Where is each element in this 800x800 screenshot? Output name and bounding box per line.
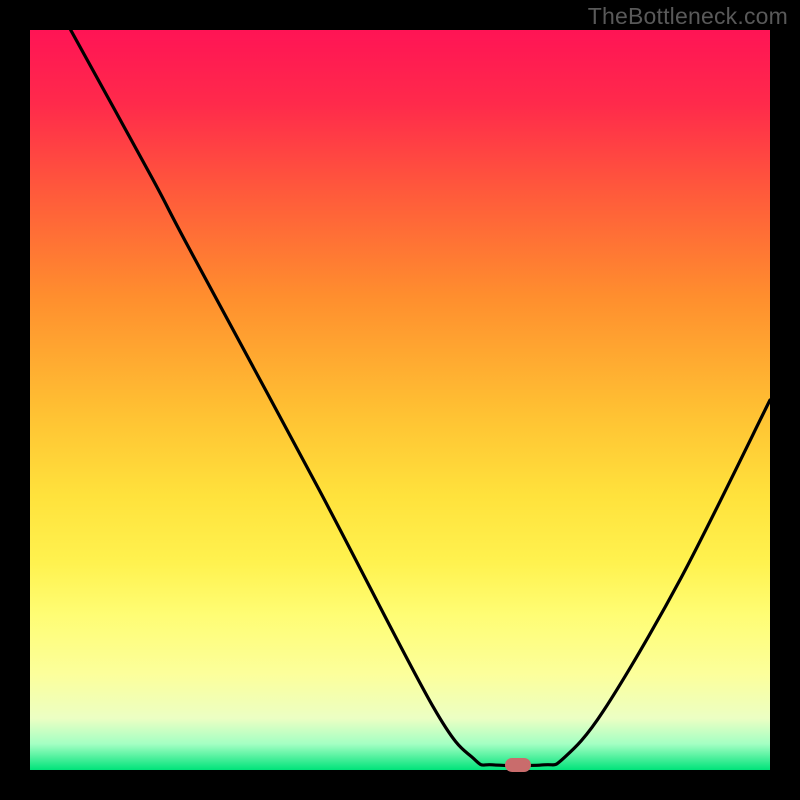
watermark-text: TheBottleneck.com bbox=[588, 3, 788, 30]
chart-container: TheBottleneck.com bbox=[0, 0, 800, 800]
bottleneck-curve bbox=[30, 30, 770, 770]
optimal-point-marker bbox=[505, 758, 531, 772]
